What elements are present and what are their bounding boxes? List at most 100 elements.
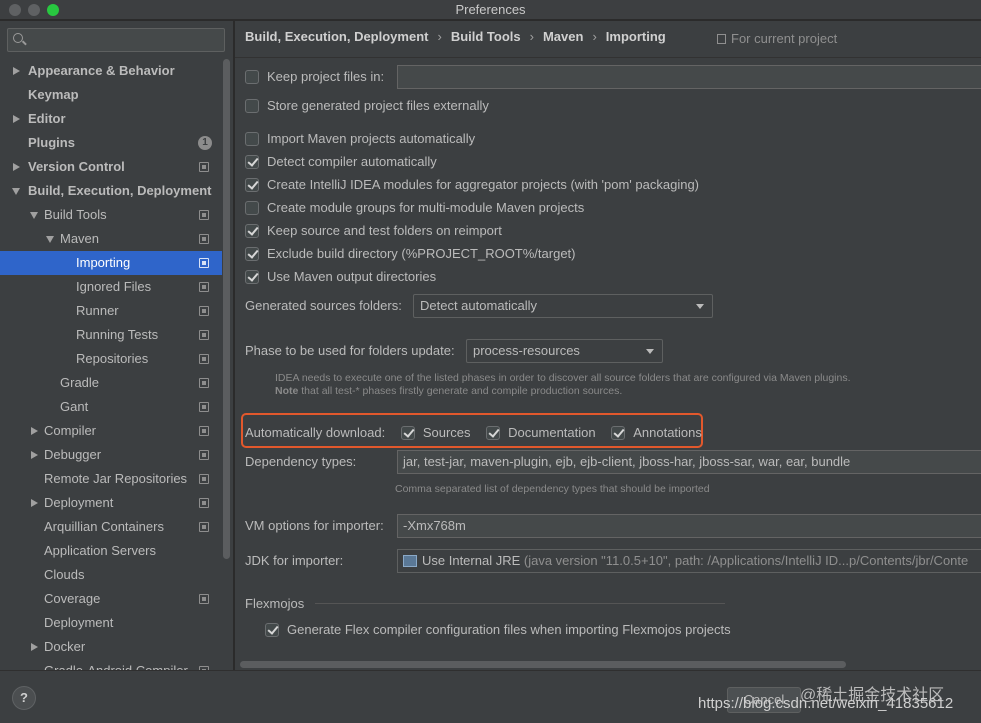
flex-generate-label: Generate Flex compiler configuration fil… (287, 622, 731, 637)
flex-generate-checkbox[interactable] (265, 623, 279, 637)
sidebar-item-repositories[interactable]: Repositories (0, 347, 222, 371)
title-bar: Preferences (0, 0, 981, 20)
sidebar-item-label: Appearance & Behavior (28, 63, 175, 78)
expand-arrow-right-icon[interactable] (30, 491, 40, 515)
flexmojos-section-title: Flexmojos (245, 596, 305, 611)
detect-compiler-label: Detect compiler automatically (267, 154, 437, 169)
source-url-text: https://blog.csdn.net/weixin_41835612 (698, 695, 954, 712)
horizontal-scrollbar[interactable] (240, 661, 846, 668)
sidebar-item-maven[interactable]: Maven (0, 227, 222, 251)
vm-options-label: VM options for importer: (245, 518, 384, 533)
auto-download-row: Automatically download: Sources Document… (245, 423, 702, 443)
module-groups-checkbox[interactable] (245, 201, 259, 215)
jdk-dropdown[interactable]: Use Internal JRE (java version "11.0.5+1… (397, 549, 981, 573)
project-level-icon (199, 282, 209, 292)
settings-panel: Build, Execution, Deployment › Build Tools… (234, 21, 981, 670)
sidebar-item-application-servers[interactable]: Application Servers (0, 539, 222, 563)
expand-arrow-right-icon[interactable] (30, 635, 40, 659)
window-title: Preferences (455, 2, 526, 17)
sidebar-item-plugins[interactable]: Plugins 1 (0, 131, 222, 155)
sidebar-scrollbar[interactable] (223, 59, 230, 559)
sidebar-item-running-tests[interactable]: Running Tests (0, 323, 222, 347)
sidebar-item-ignored-files[interactable]: Ignored Files (0, 275, 222, 299)
expand-arrow-down-icon[interactable] (46, 227, 56, 251)
annotations-checkbox[interactable] (611, 426, 626, 440)
project-files-path-input[interactable] (397, 65, 981, 89)
generated-sources-dropdown[interactable]: Detect automatically (413, 294, 713, 318)
sidebar-item-appearance-behavior[interactable]: Appearance & Behavior (0, 59, 222, 83)
import-auto-checkbox[interactable] (245, 132, 259, 146)
sidebar-item-gant[interactable]: Gant (0, 395, 222, 419)
sidebar-item-build-tools[interactable]: Build Tools (0, 203, 222, 227)
expand-arrow-down-icon[interactable] (12, 179, 22, 203)
project-level-icon (199, 498, 209, 508)
sidebar-item-build-execution-deployment[interactable]: Build, Execution, Deployment (0, 179, 222, 203)
create-modules-checkbox[interactable] (245, 178, 259, 192)
sidebar-item-importing[interactable]: Importing (0, 251, 222, 275)
dependency-types-input[interactable]: jar, test-jar, maven-plugin, ejb, ejb-cl… (397, 450, 981, 474)
exclude-build-checkbox[interactable] (245, 247, 259, 261)
sidebar-item-arquillian-containers[interactable]: Arquillian Containers (0, 515, 222, 539)
sidebar-item-deployment[interactable]: Deployment (0, 491, 222, 515)
sidebar-item-docker[interactable]: Docker (0, 635, 222, 659)
jdk-detail: (java version "11.0.5+10", path: /Applic… (520, 553, 969, 568)
sidebar-item-remote-jar-repositories[interactable]: Remote Jar Repositories (0, 467, 222, 491)
project-level-icon (199, 354, 209, 364)
breadcrumb-item[interactable]: Build, Execution, Deployment (245, 29, 428, 44)
project-scope-label: For current project (717, 31, 837, 46)
chevron-down-icon (646, 349, 654, 354)
sidebar-item-editor[interactable]: Editor (0, 107, 222, 131)
sidebar-item-keymap[interactable]: Keymap (0, 83, 222, 107)
create-modules-row: Create IntelliJ IDEA modules for aggrega… (245, 175, 699, 195)
vm-options-input[interactable]: -Xmx768m (397, 514, 981, 538)
sidebar-item-gradle-android-compiler[interactable]: Gradle-Android Compiler (0, 659, 222, 670)
sidebar-item-label: Deployment (44, 615, 114, 630)
phase-dropdown[interactable]: process-resources (466, 339, 663, 363)
create-modules-label: Create IntelliJ IDEA modules for aggrega… (267, 177, 700, 192)
import-auto-row: Import Maven projects automatically (245, 129, 475, 149)
detect-compiler-checkbox[interactable] (245, 155, 259, 169)
keep-project-files-checkbox[interactable] (245, 70, 259, 84)
sidebar-item-clouds[interactable]: Clouds (0, 563, 222, 587)
sidebar-item-gradle[interactable]: Gradle (0, 371, 222, 395)
project-level-icon (199, 474, 209, 484)
exclude-build-row: Exclude build directory (%PROJECT_ROOT%/… (245, 244, 575, 264)
breadcrumb-separator: › (592, 29, 597, 44)
breadcrumb-item: Importing (605, 29, 666, 44)
settings-sidebar: Appearance & Behavior Keymap Editor Plugins… (0, 21, 233, 670)
use-output-row: Use Maven output directories (245, 267, 436, 287)
phase-value: process-resources (473, 343, 580, 358)
auto-download-label: Automatically download: (245, 425, 386, 440)
documentation-checkbox[interactable] (486, 426, 501, 440)
keep-source-checkbox[interactable] (245, 224, 259, 238)
sidebar-item-coverage[interactable]: Coverage (0, 587, 222, 611)
generated-sources-label: Generated sources folders: (245, 298, 402, 313)
expand-arrow-right-icon[interactable] (30, 419, 40, 443)
settings-search-input[interactable] (7, 28, 225, 52)
breadcrumb-item[interactable]: Maven (543, 29, 583, 44)
expand-arrow-right-icon[interactable] (30, 443, 40, 467)
sources-option[interactable]: Sources (400, 423, 471, 443)
project-level-icon (199, 522, 209, 532)
annotations-label: Annotations (633, 425, 702, 440)
store-externally-label: Store generated project files externally (267, 98, 489, 113)
sidebar-item-runner[interactable]: Runner (0, 299, 222, 323)
annotations-option[interactable]: Annotations (611, 423, 702, 443)
sidebar-item-label: Gant (60, 399, 89, 414)
sidebar-item-version-control[interactable]: Version Control (0, 155, 222, 179)
sidebar-item-compiler[interactable]: Compiler (0, 419, 222, 443)
project-icon (717, 34, 726, 44)
store-externally-checkbox[interactable] (245, 99, 259, 113)
sidebar-item-debugger[interactable]: Debugger (0, 443, 222, 467)
expand-arrow-down-icon[interactable] (30, 203, 40, 227)
documentation-option[interactable]: Documentation (486, 423, 596, 443)
sidebar-item-deployment[interactable]: Deployment (0, 611, 222, 635)
help-button[interactable]: ? (12, 686, 36, 710)
breadcrumb-item[interactable]: Build Tools (451, 29, 521, 44)
project-level-icon (199, 330, 209, 340)
expand-arrow-right-icon[interactable] (12, 59, 22, 83)
expand-arrow-right-icon[interactable] (12, 107, 22, 131)
use-output-checkbox[interactable] (245, 270, 259, 284)
sources-checkbox[interactable] (400, 426, 415, 440)
expand-arrow-right-icon[interactable] (12, 155, 22, 179)
